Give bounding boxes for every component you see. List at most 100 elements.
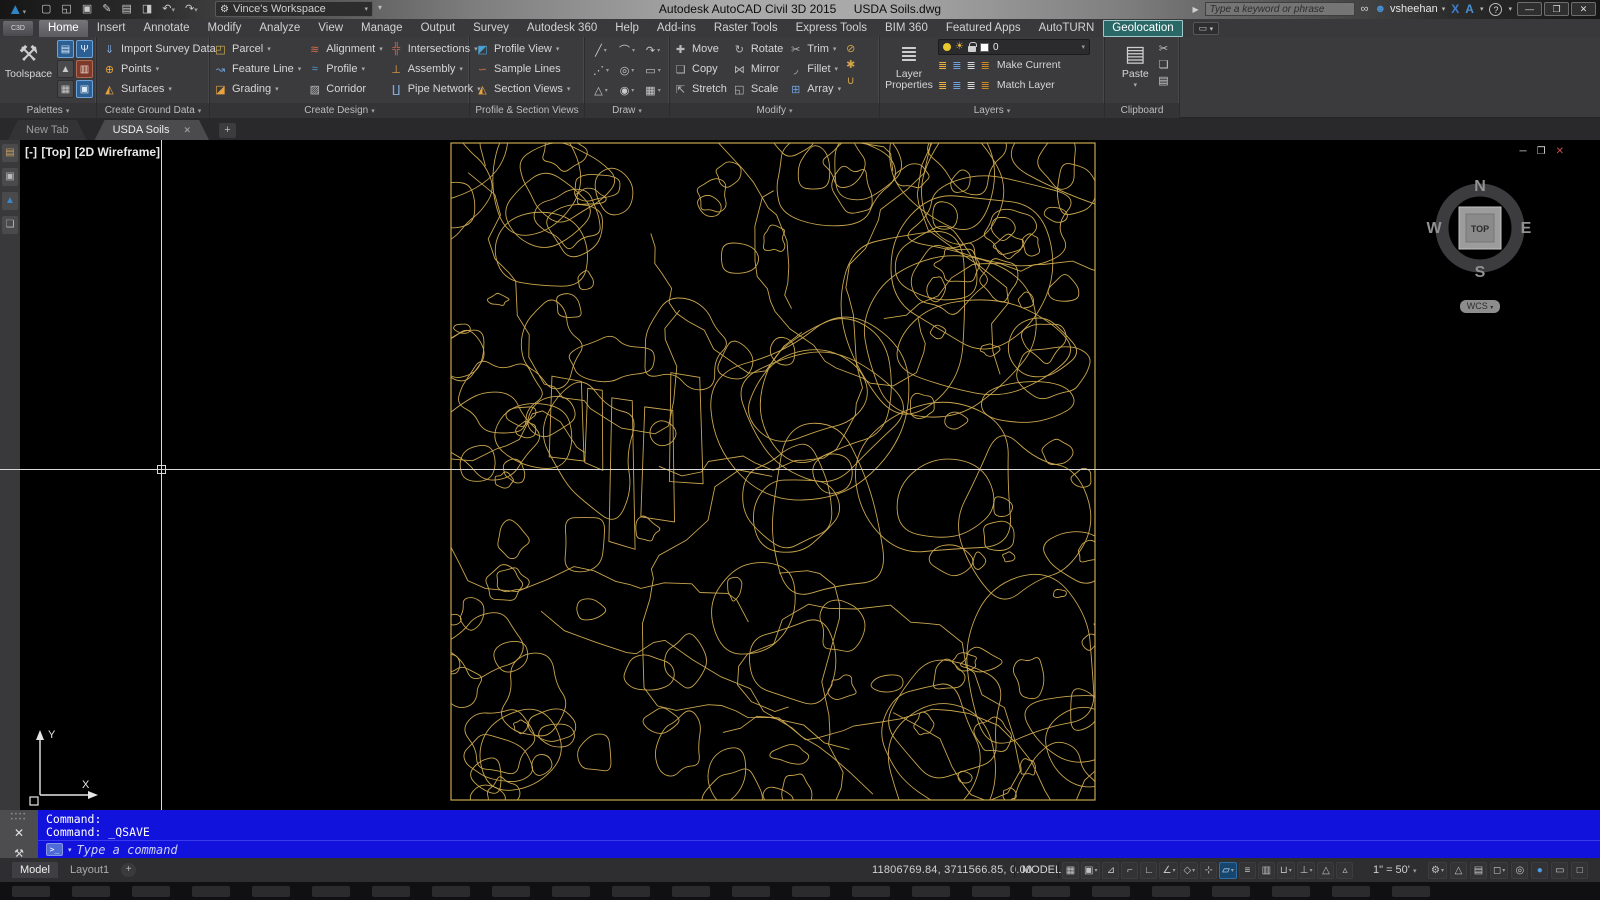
help-icon[interactable]: ? [1489, 2, 1503, 16]
palette-window-button[interactable]: ▣ [2, 168, 18, 186]
signin-user[interactable]: ☻ vsheehan ▾ [1374, 3, 1445, 15]
workspace-switching-toggle[interactable]: ⚙ ▾ [1428, 861, 1447, 879]
close-icon[interactable]: ✕ [183, 120, 191, 140]
layer-tool-button[interactable]: ≣ [952, 79, 961, 92]
button-profile[interactable]: ≈ Profile ▾ [307, 59, 382, 79]
panel-label-profile-section-views[interactable]: Profile & Section Views [470, 103, 584, 118]
c3d-chip[interactable]: C3D [3, 21, 33, 36]
button-trim[interactable]: ✂ Trim ▾ [788, 39, 841, 59]
autocad-a-logo-button[interactable]: ▲ [2, 192, 18, 210]
button-parcel[interactable]: ◰ Parcel ▾ [213, 39, 301, 59]
ribbon-tab-analyze[interactable]: Analyze [250, 20, 309, 37]
hardware-acceleration-toggle[interactable]: ▭ [1551, 861, 1569, 879]
join-button[interactable]: ∪ [846, 74, 855, 87]
viewcube[interactable]: N W E S TOP [1425, 165, 1535, 315]
paste-button[interactable]: ▤ Paste ▾ [1115, 39, 1155, 103]
button-grading[interactable]: ◪ Grading ▾ [213, 79, 301, 99]
taskbar-button[interactable] [1272, 885, 1310, 897]
taskbar-button[interactable] [12, 885, 50, 897]
infocenter-collapse-icon[interactable]: ▶ [1192, 5, 1198, 14]
panel-label-modify[interactable]: Modify ▾ [670, 103, 879, 118]
copy-clip-button[interactable]: ❏ [1158, 58, 1169, 71]
calculator-toggle[interactable]: ▦ [57, 80, 74, 98]
close-icon[interactable]: ✕ [14, 826, 24, 840]
make-current-button[interactable]: Make Current [997, 59, 1061, 71]
button-rotate[interactable]: ↻ Rotate [732, 39, 784, 59]
toolspace-button[interactable]: ⚒ Toolspace [3, 39, 54, 103]
search-input[interactable] [1204, 2, 1355, 16]
layer-tool-button[interactable]: ≣ [938, 79, 947, 92]
ribbon-tab-autodesk-360[interactable]: Autodesk 360 [518, 20, 606, 37]
layer-tool-button[interactable]: ≣ [952, 59, 961, 72]
sheet-set-manager-button[interactable]: ▤ [2, 144, 18, 162]
doc-tab-usda-soils[interactable]: USDA Soils ✕ [95, 120, 209, 140]
model-space-button[interactable]: MODEL [1022, 864, 1061, 876]
button-mirror[interactable]: ⋈ Mirror [732, 59, 783, 79]
ribbon-tab-survey[interactable]: Survey [464, 20, 518, 37]
isodraft-toggle[interactable]: ◇ ▾ [1180, 861, 1199, 879]
lock-ui-toggle[interactable]: ◻ ▾ [1489, 861, 1509, 879]
drawing-close-button[interactable]: ✕ [1556, 146, 1564, 157]
ribbon-tab-insert[interactable]: Insert [88, 20, 135, 37]
chevron-down-icon[interactable]: ▾ [68, 846, 72, 854]
infer-constraints-toggle[interactable]: ⊿ [1102, 861, 1120, 879]
selection-cycling-toggle[interactable]: ⊔ ▾ [1276, 861, 1295, 879]
line-button[interactable]: ╱ ▾ [588, 40, 614, 60]
drawing-minimize-button[interactable]: ─ [1520, 146, 1527, 157]
layer-dropdown[interactable]: ☀ 0 ▾ [938, 39, 1090, 55]
arc-button[interactable]: ⌒ ▾ [614, 40, 640, 60]
button-alignment[interactable]: ≋ Alignment ▾ [307, 39, 383, 59]
new-drawing-button[interactable]: + [219, 123, 237, 138]
snap-mode-toggle[interactable]: ▣ ▾ [1081, 861, 1101, 879]
isolate-objects-toggle[interactable]: ◎ [1511, 861, 1529, 879]
command-input-row[interactable]: >_ ▾ Type a command [38, 840, 1600, 858]
model-tab[interactable]: Model [12, 862, 58, 878]
panel-label-create-ground-data[interactable]: Create Ground Data ▾ [97, 103, 209, 118]
drawing-restore-button[interactable]: ❐ [1537, 146, 1546, 157]
viewport-visual-style-control[interactable]: [2D Wireframe] [75, 145, 160, 159]
button-profile-view[interactable]: ◩ Profile View ▾ [475, 39, 570, 59]
dynamic-input-toggle[interactable]: ⌐ [1121, 861, 1139, 879]
button-copy[interactable]: ❏ Copy [673, 59, 727, 79]
button-scale[interactable]: ◱ Scale [732, 79, 783, 99]
ribbon-tab-geolocation[interactable]: Geolocation [1103, 20, 1183, 37]
survey-toolspace-toggle[interactable]: Ψ [76, 40, 93, 58]
taskbar-button[interactable] [1032, 885, 1070, 897]
grid-display-toggle[interactable]: ▦ [1062, 861, 1079, 879]
panel-label-layers[interactable]: Layers ▾ [880, 103, 1104, 118]
ribbon-display-toggle[interactable]: ▭ ▾ [1192, 22, 1220, 35]
taskbar-button[interactable] [552, 885, 590, 897]
ribbon-tab-output[interactable]: Output [412, 20, 465, 37]
taskbar-button[interactable] [72, 885, 110, 897]
object-snap-toggle[interactable]: ▱ ▾ [1219, 861, 1237, 879]
button-feature-line[interactable]: ↝ Feature Line ▾ [213, 59, 301, 79]
drawing-canvas[interactable]: ▤ ▣ ▲ ❏ [-] [Top] [2D Wireframe] ─ ❐ ✕ N W … [0, 140, 1600, 810]
taskbar-button[interactable] [912, 885, 950, 897]
taskbar-button[interactable] [672, 885, 710, 897]
taskbar-button[interactable] [972, 885, 1010, 897]
autoscale-toggle[interactable]: ▵ [1336, 861, 1354, 879]
content-palette-button[interactable]: ❏ [2, 216, 18, 234]
ribbon-tab-annotate[interactable]: Annotate [134, 20, 198, 37]
layer-tool-button[interactable]: ≣ [981, 59, 990, 72]
circle-button[interactable]: ◎ ▾ [614, 60, 640, 80]
3d-object-snap-toggle[interactable]: ⊥ ▾ [1296, 861, 1316, 879]
drag-handle[interactable]: •••• •••• [11, 810, 27, 823]
ribbon-tab-home[interactable]: Home [39, 20, 88, 37]
button-pipe-network[interactable]: ∐ Pipe Network ▾ [389, 79, 481, 99]
object-snap-tracking-toggle[interactable]: ⊹ [1200, 861, 1218, 879]
ribbon-tab-featured-apps[interactable]: Featured Apps [937, 20, 1030, 37]
button-intersections[interactable]: ╬ Intersections ▾ [389, 39, 481, 59]
taskbar-button[interactable] [1332, 885, 1370, 897]
ribbon-tab-view[interactable]: View [309, 20, 352, 37]
taskbar-button[interactable] [432, 885, 470, 897]
clean-screen-toggle[interactable]: □ [1571, 861, 1589, 879]
button-corridor[interactable]: ▨ Corridor [307, 79, 382, 99]
layer-properties-button[interactable]: ≣ Layer Properties [883, 39, 935, 103]
ribbon-tab-autoturn[interactable]: AutoTURN [1030, 20, 1104, 37]
button-sample-lines[interactable]: ∽ Sample Lines [475, 59, 570, 79]
button-stretch[interactable]: ⇱ Stretch [673, 79, 727, 99]
panel-label-clipboard[interactable]: Clipboard [1105, 103, 1179, 118]
match-layer-button[interactable]: Match Layer [997, 79, 1055, 91]
ribbon-tab-add-ins[interactable]: Add-ins [648, 20, 705, 37]
